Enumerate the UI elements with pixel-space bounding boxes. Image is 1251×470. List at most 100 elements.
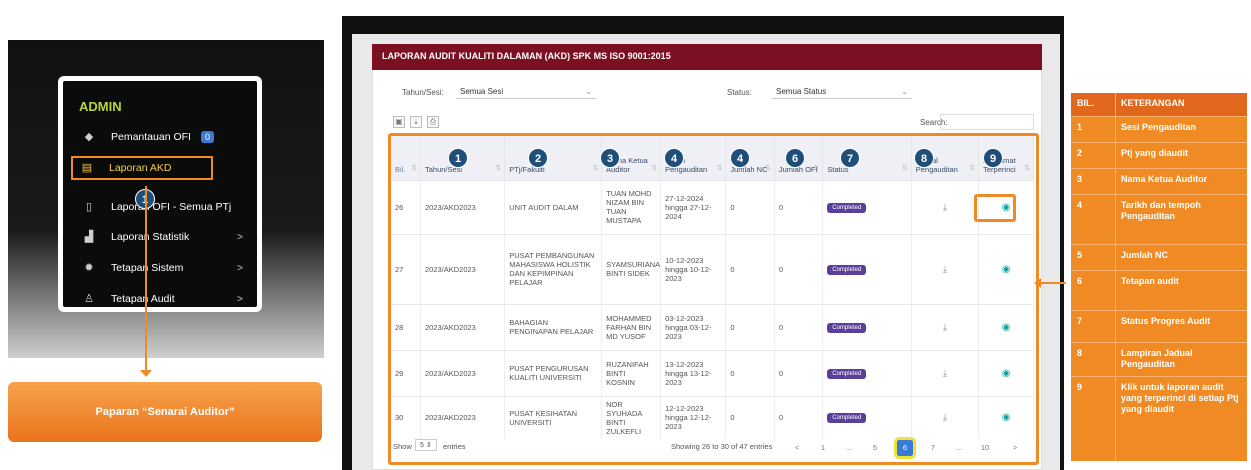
cell-bil: 26 [391,179,421,234]
page-button[interactable]: 7 [925,440,941,456]
cell-ketua: RUZANIFAH BINTI KOSNIN [601,349,662,396]
legend-num: 7 [1077,316,1083,326]
menu-tetapan-sistem[interactable]: ✹ Tetapan Sistem > [63,256,257,280]
legend-row: 2 Ptj yang diaudit [1071,143,1247,169]
session-filter-select[interactable]: Semua Sesi ⌄ [456,85,596,99]
print-icon[interactable]: ⎙ [427,116,439,128]
cell-tarikh: 13-12-2023 hingga 13-12-2023 [660,349,727,396]
menu-laporan-ofi[interactable]: ▯ Laporan OFI - Semua PTj [63,195,257,219]
legend-table: BIL. KETERANGAN 1 Sesi Pengauditan 2 Ptj y… [1071,93,1247,461]
column-marker: 4 [664,148,684,168]
menu-label: Laporan OFI - Semua PTj [111,201,232,213]
legend-row: 9 Klik untuk laporan audit yang terperinc… [1071,377,1247,461]
legend-text: Tetapan audit [1121,276,1179,286]
download-schedule-icon[interactable]: ⤓ [911,303,980,350]
page-ellipsis: ... [955,443,963,452]
cell-bil: 27 [391,233,421,304]
chevron-down-icon: ⌄ [585,87,592,96]
view-details-icon[interactable]: ◉ [978,395,1034,439]
callout-senarai-auditor: Paparan “Senarai Auditor” [8,382,322,442]
table-row: 30 2023/AKD2023 PUSAT KESIHATAN UNIVERSI… [391,395,1034,439]
menu-tetapan-audit[interactable]: ♙ Tetapan Audit > [63,287,257,311]
legend-text: Lampiran Jadual Pengauditan [1121,348,1193,369]
legend-row: 1 Sesi Pengauditan [1071,117,1247,143]
bar-chart-icon: ▟ [84,231,94,243]
page-size-select[interactable]: 5 ⇕ [415,439,437,451]
cell-status: Completed [822,349,912,396]
status-filter-value: Semua Status [776,87,827,96]
column-marker: 2 [528,148,548,168]
status-filter-select[interactable]: Semua Status ⌄ [772,85,912,99]
download-schedule-icon[interactable]: ⤓ [911,395,980,439]
col-ptj-fakulti[interactable]: PTj/Fakulti ⇅ [504,136,603,180]
cell-ofi: 0 [774,303,824,350]
legend-row: 7 Status Progres Audit [1071,311,1247,343]
status-badge: Completed [827,264,867,275]
cell-tarikh: 27-12-2024 hingga 27-12-2024 [660,179,727,234]
legend-header-keterangan: KETERANGAN [1121,98,1185,108]
details-highlight-box [974,194,1016,222]
legend-row: 3 Nama Ketua Auditor [1071,169,1247,195]
cell-sesi: 2023/AKD2023 [420,179,506,234]
menu-laporan-akd[interactable]: ▤ Laporan AKD [71,156,213,180]
table-row: 29 2023/AKD2023 PUSAT PENGURUSAN KUALITI… [391,349,1034,396]
table-row: 27 2023/AKD2023 PUSAT PEMBANGUNAN MAHASI… [391,233,1034,304]
menu-laporan-statistik[interactable]: ▟ Laporan Statistik > [63,225,257,249]
cell-sesi: 2023/AKD2023 [420,395,506,439]
cell-ketua: SYAMSURIANA BINTI SIDEK [601,233,662,304]
table-row: 28 2023/AKD2023 BAHAGIAN PENGINAPAN PELA… [391,303,1034,350]
cell-ptj: UNIT AUDIT DALAM [504,179,603,234]
view-details-icon[interactable]: ◉ [978,303,1034,350]
chevron-right-icon: > [237,262,243,274]
cell-tarikh: 10-12-2023 hingga 10-12-2023 [660,233,727,304]
page-button[interactable]: 1 [815,440,831,456]
menu-label: Tetapan Sistem [111,262,184,274]
col-bil[interactable]: Bil. ⇅ [391,136,421,180]
cell-tarikh: 03-12-2023 hingga 03-12-2023 [660,303,727,350]
legend-text: Tarikh dan tempoh Pengauditan [1121,200,1201,221]
legend-text: Sesi Pengauditan [1121,122,1197,132]
column-marker: 4 [730,148,750,168]
status-filter-label: Status: [727,88,752,97]
menu-pemantauan-ofi[interactable]: ◆ Pemantauan OFI 0 [63,125,257,149]
download-icon[interactable]: ⤓ [410,116,422,128]
view-details-icon[interactable]: ◉ [978,349,1034,396]
view-details-icon[interactable]: ◉ [978,233,1034,304]
user-icon: ♙ [84,293,94,305]
cell-nc: 0 [725,349,775,396]
page-button-active[interactable]: 6 [894,437,916,459]
connector-line [145,186,147,374]
cell-ofi: 0 [774,395,824,439]
column-marker: 3 [600,148,620,168]
cell-nc: 0 [725,303,775,350]
copy-icon[interactable]: ▣ [393,116,405,128]
download-schedule-icon[interactable]: ⤓ [911,233,980,304]
download-schedule-icon[interactable]: ⤓ [911,349,980,396]
page-button[interactable]: 5 [867,440,883,456]
cell-bil: 29 [391,349,421,396]
menu-label: Laporan AKD [109,162,172,174]
column-marker: 7 [840,148,860,168]
col-status[interactable]: Status ⇅ [822,136,912,180]
column-marker: 8 [914,148,934,168]
count-badge: 0 [200,131,214,143]
legend-num: 8 [1077,348,1083,358]
legend-text: Ptj yang diaudit [1121,148,1189,158]
page-ellipsis: ... [845,443,853,452]
cell-status: Completed [822,303,912,350]
admin-menu-panel: ADMIN ◆ Pemantauan OFI 0 ▤ Laporan AKD ▯… [58,76,262,312]
search-input[interactable] [940,114,1034,130]
chevron-right-icon: > [237,231,243,243]
session-filter-value: Semua Sesi [460,87,504,96]
legend-text: Jumlah NC [1121,250,1169,260]
status-badge: Completed [827,202,867,213]
download-schedule-icon[interactable]: ⤓ [911,179,980,234]
table-row: 26 2023/AKD2023 UNIT AUDIT DALAM TUAN MO… [391,179,1034,234]
next-page-button[interactable]: > [1007,440,1023,456]
page-button[interactable]: 10 [977,440,993,456]
cell-status: Completed [822,233,912,304]
legend-row: 5 Jumlah NC [1071,245,1247,271]
prev-page-button[interactable]: < [789,440,805,456]
entries-label: entries [443,442,466,451]
cell-ketua: NOR SYUHADA BINTI ZULKEFLI [601,395,662,439]
